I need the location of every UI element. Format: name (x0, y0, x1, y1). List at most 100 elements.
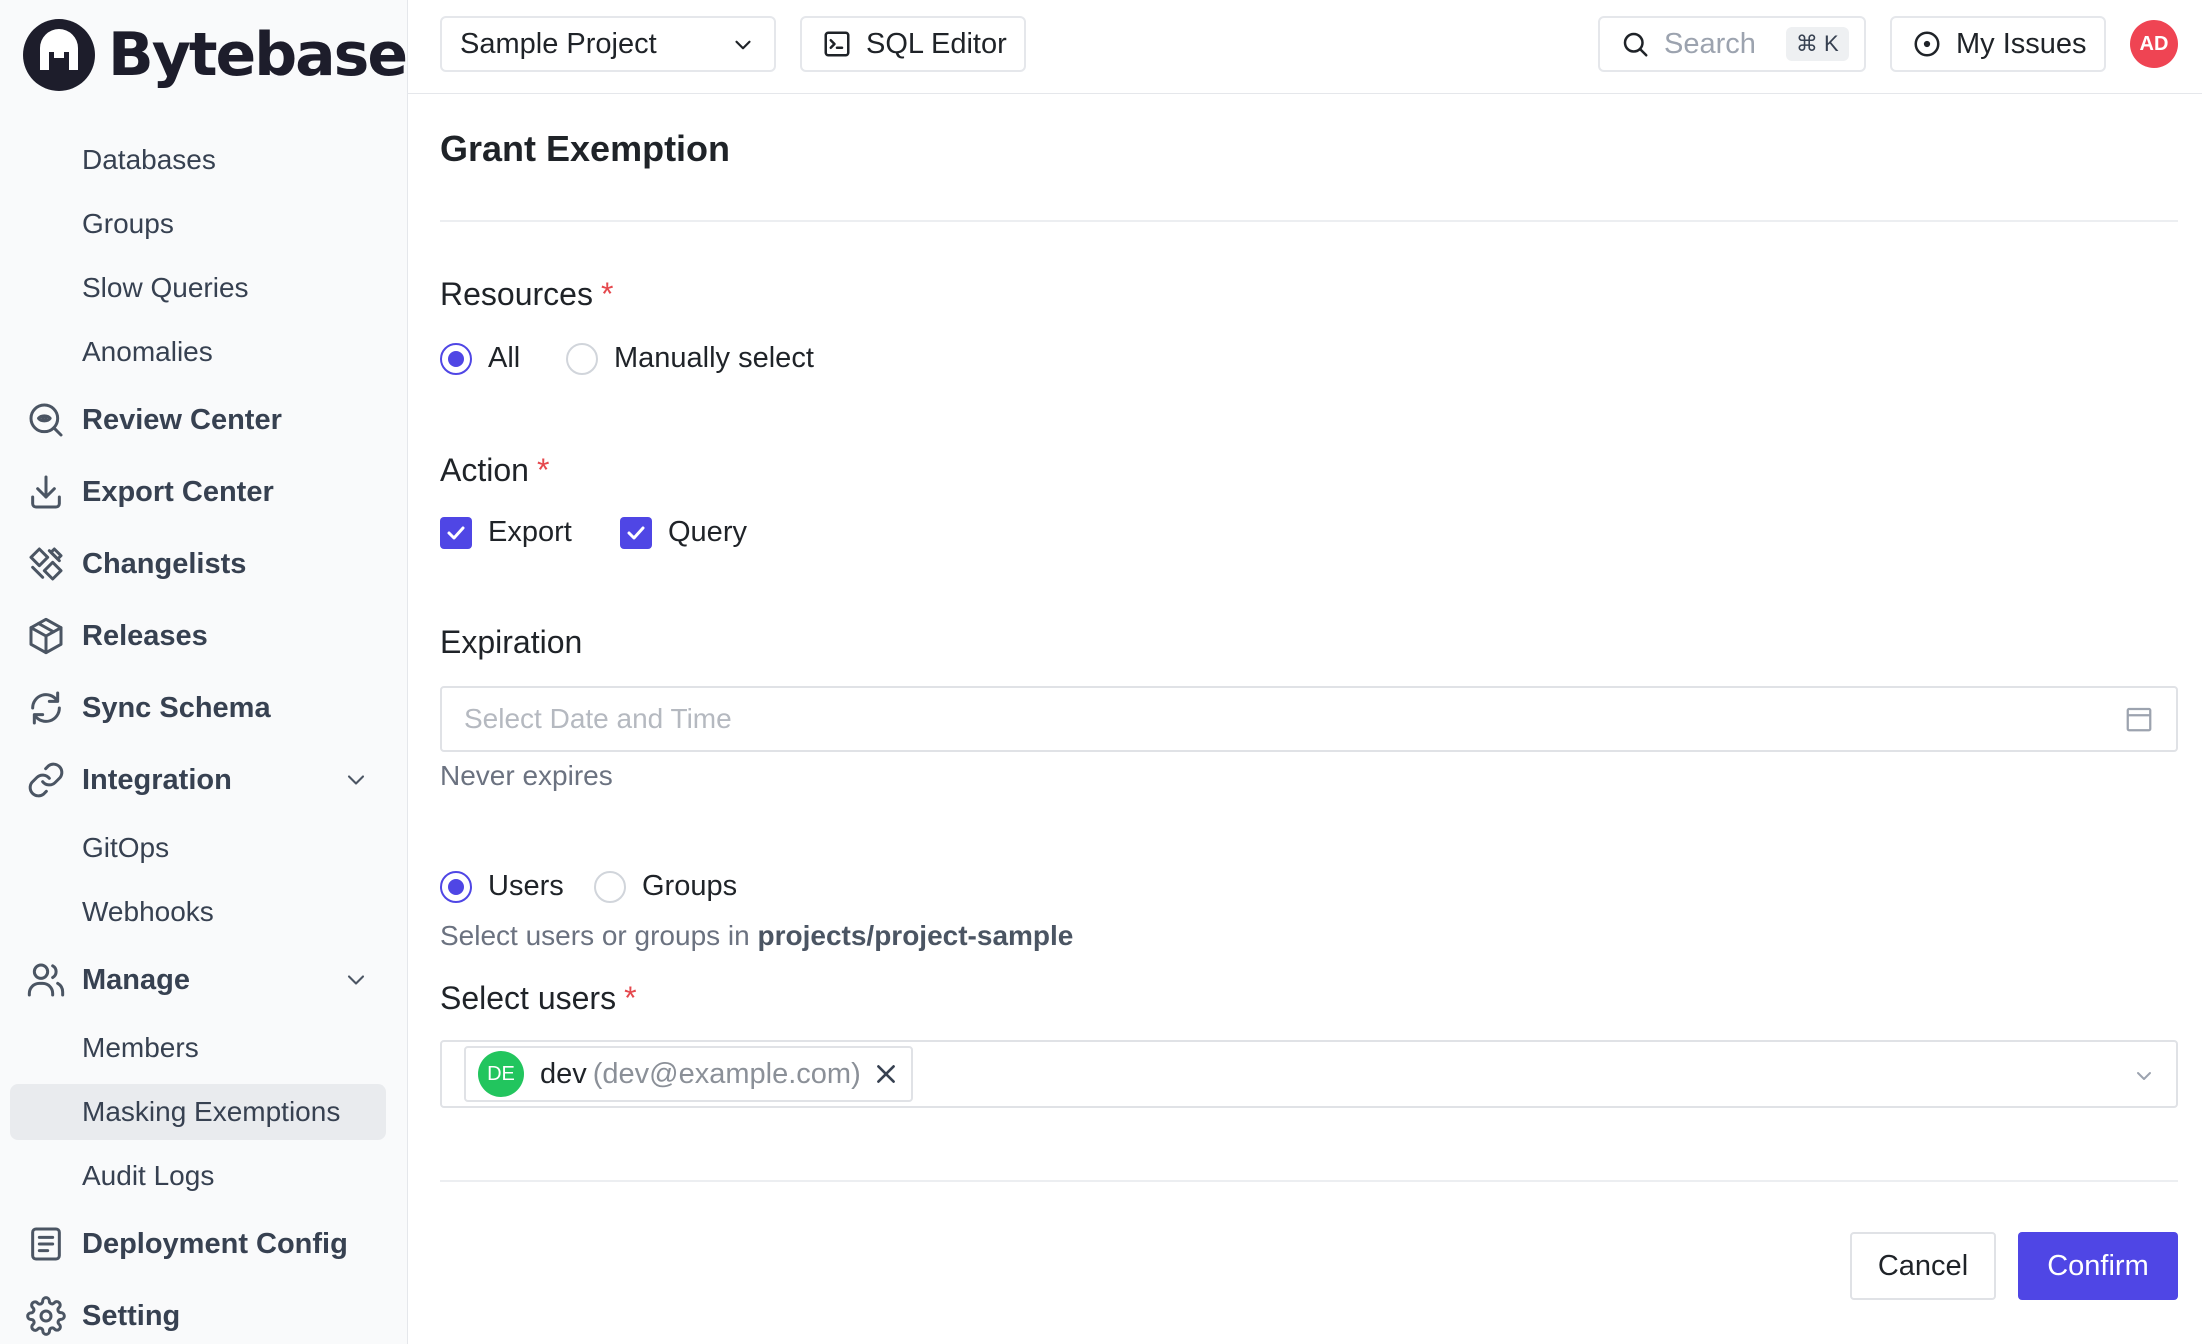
principal-hint: Select users or groups in projects/proje… (440, 920, 1074, 951)
required-marker: * (536, 452, 550, 488)
sidebar-item-label: Review Center (82, 403, 282, 436)
resources-all-radio[interactable]: All (440, 342, 520, 375)
required-marker: * (600, 276, 614, 312)
sql-editor-label: SQL Editor (866, 27, 1007, 60)
sidebar-item-label: Setting (82, 1299, 181, 1332)
radio-label: Groups (642, 870, 738, 902)
sidebar-item-label: Members (82, 1032, 199, 1063)
sidebar-item-label: Groups (82, 208, 174, 239)
user-avatar[interactable]: AD (2130, 20, 2178, 68)
chevron-down-icon[interactable] (2132, 1064, 2156, 1088)
sync-icon (31, 691, 61, 725)
sidebar-item-members[interactable]: Members (82, 1020, 199, 1076)
resources-manual-radio[interactable]: Manually select (566, 342, 814, 375)
radio-label: All (488, 342, 521, 374)
search-shortcut: ⌘ K (1785, 27, 1849, 61)
select-users-label: Select users * (440, 980, 637, 1016)
sidebar-item-label: Databases (82, 144, 216, 175)
sidebar-item-setting[interactable]: Setting (26, 1286, 180, 1344)
sidebar-item-databases[interactable]: Databases (82, 132, 216, 188)
terminal-icon (824, 31, 850, 57)
checkbox-label: Query (668, 516, 747, 548)
divider (440, 220, 2178, 222)
divider (440, 1180, 2178, 1182)
search-placeholder: Search (1664, 27, 1756, 60)
radio-selected[interactable] (440, 870, 472, 903)
users-icon (27, 963, 65, 997)
sidebar-item-label: Anomalies (82, 336, 213, 367)
checkbox-label: Export (488, 516, 572, 548)
radio-unselected[interactable] (566, 342, 598, 375)
select-users-input[interactable]: DE dev (dev@example.com) (440, 1040, 2178, 1108)
chevron-down-icon[interactable] (342, 966, 370, 994)
sidebar-item-anomalies[interactable]: Anomalies (82, 324, 213, 380)
chevron-down-icon (735, 40, 751, 50)
top-header: Sample Project SQL Editor Search ⌘ K My … (408, 0, 2202, 94)
logo[interactable]: Bytebase (22, 18, 408, 92)
required-marker: * (624, 980, 637, 1016)
confirm-button[interactable]: Confirm (2018, 1232, 2178, 1300)
changelists-icon (29, 547, 63, 581)
cancel-button[interactable]: Cancel (1850, 1232, 1996, 1300)
sidebar-item-review-center[interactable]: Review Center (26, 390, 282, 450)
action-query-checkbox[interactable]: Query (620, 516, 747, 549)
sql-editor-button[interactable]: SQL Editor (800, 16, 1026, 72)
sidebar-item-label: Releases (82, 619, 208, 652)
radio-unselected[interactable] (594, 870, 626, 903)
download-icon (31, 475, 61, 509)
sidebar-item-label: Export Center (82, 475, 274, 508)
my-issues-button[interactable]: My Issues (1890, 16, 2106, 72)
sidebar-item-gitops[interactable]: GitOps (82, 820, 169, 876)
project-select-value: Sample Project (460, 27, 657, 60)
sidebar-item-label: Audit Logs (82, 1160, 215, 1191)
radio-label: Users (488, 870, 564, 902)
principal-groups-radio[interactable]: Groups (594, 870, 737, 903)
radio-selected[interactable] (440, 342, 472, 375)
calendar-icon[interactable] (2124, 704, 2154, 734)
project-path: projects/project-sample (757, 920, 1074, 951)
sidebar: Bytebase Databases Groups Slow Queries A… (0, 0, 408, 1344)
selected-user-tag: DE dev (dev@example.com) (464, 1046, 913, 1102)
sidebar-item-manage[interactable]: Manage (26, 950, 365, 1010)
sidebar-item-label: Integration (82, 763, 232, 796)
project-select[interactable]: Sample Project (440, 16, 776, 72)
sidebar-item-webhooks[interactable]: Webhooks (82, 884, 214, 940)
sidebar-item-masking-exemptions[interactable]: Masking Exemptions (82, 1084, 340, 1140)
my-issues-label: My Issues (1956, 27, 2087, 60)
chevron-down-icon[interactable] (342, 766, 370, 794)
checkbox-checked[interactable] (620, 516, 652, 549)
sidebar-item-integration[interactable]: Integration (26, 750, 365, 810)
sidebar-item-label: Deployment Config (82, 1227, 348, 1260)
avatar-initials: AD (2139, 32, 2169, 55)
user-email: (dev@example.com) (592, 1057, 861, 1090)
sidebar-item-label: Webhooks (82, 896, 214, 927)
sidebar-item-label: Sync Schema (82, 691, 271, 724)
close-icon[interactable] (873, 1061, 899, 1087)
sidebar-item-label: Masking Exemptions (82, 1096, 341, 1127)
expiration-hint: Never expires (440, 760, 613, 791)
logo-text: Bytebase (108, 20, 408, 90)
sidebar-item-label: Manage (82, 963, 190, 996)
checkbox-checked[interactable] (440, 516, 472, 549)
package-icon (29, 617, 63, 655)
sidebar-item-changelists[interactable]: Changelists (26, 534, 246, 594)
search-button[interactable]: Search ⌘ K (1598, 16, 1866, 72)
sidebar-item-label: GitOps (82, 832, 170, 863)
sidebar-item-slow-queries[interactable]: Slow Queries (82, 260, 249, 316)
document-icon (31, 1227, 61, 1261)
search-icon (1623, 32, 1648, 57)
sidebar-item-audit-logs[interactable]: Audit Logs (82, 1148, 214, 1204)
principal-users-radio[interactable]: Users (440, 870, 564, 903)
date-placeholder: Select Date and Time (464, 703, 732, 734)
sidebar-item-label: Slow Queries (82, 272, 249, 303)
action-export-checkbox[interactable]: Export (440, 516, 572, 549)
user-avatar: DE (478, 1051, 524, 1097)
sidebar-item-sync-schema[interactable]: Sync Schema (26, 678, 271, 738)
sidebar-item-groups[interactable]: Groups (82, 196, 174, 252)
sidebar-item-deployment-config[interactable]: Deployment Config (26, 1214, 348, 1274)
expiration-date-input[interactable]: Select Date and Time (440, 686, 2178, 752)
sidebar-item-releases[interactable]: Releases (26, 606, 208, 666)
checkmark-icon (447, 526, 465, 539)
user-name: dev (540, 1057, 587, 1090)
sidebar-item-export-center[interactable]: Export Center (26, 462, 274, 522)
